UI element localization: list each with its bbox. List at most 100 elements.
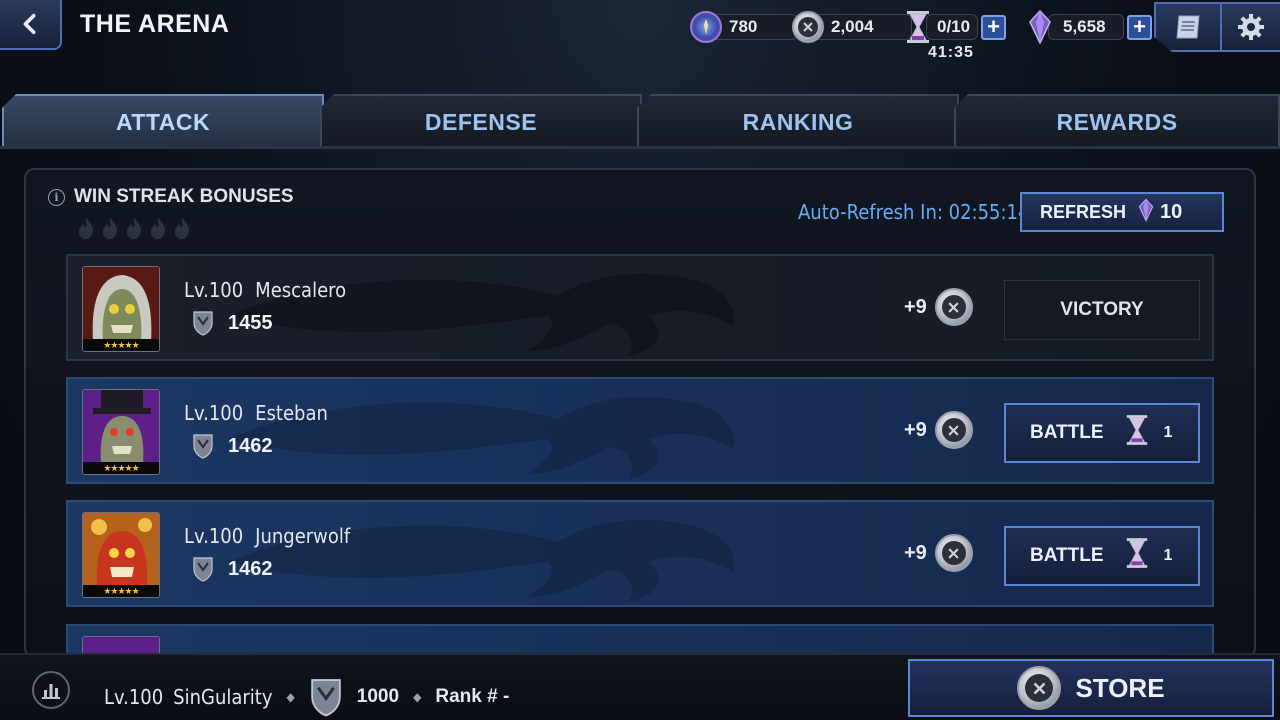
settings-button[interactable] [1220,2,1280,52]
flame-icon [79,217,94,239]
player-level: Lv.100 [104,685,164,709]
arena-coins-counter[interactable]: 2,004 [792,11,912,43]
opponent-level-name: Lv.100 Mescalero [184,278,346,302]
opponent-rating-value: 1462 [228,557,273,580]
tab-attack[interactable]: ATTACK [2,94,324,148]
player-summary: Lv.100 SinGularity ◆ 1000 ◆ Rank # - [104,677,509,717]
quests-button[interactable] [1154,2,1222,52]
stats-button[interactable] [32,671,70,709]
store-label: STORE [1075,672,1165,703]
opponent-portrait: ★★★★★ [82,512,160,598]
opponent-rating: 1462 [192,556,273,582]
tab-divider [0,146,1280,149]
battle-button[interactable]: BATTLE 1 [1004,403,1200,463]
rank-points-value: 780 [712,14,798,40]
rank-medal-icon [690,11,722,43]
store-button[interactable]: STORE [908,659,1274,717]
shield-rating-icon [193,557,213,582]
shield-rating-icon [309,677,343,717]
bar-chart-icon [42,684,60,699]
tab-ranking[interactable]: RANKING [637,94,959,148]
gems-value: 5,658 [1048,14,1124,40]
auto-refresh-timer: Auto-Refresh In: 02:55:14 [798,200,1030,224]
opponent-row[interactable]: ★★★★★ Lv.100 Esteban 1462 +9 BATTLE 1 [66,377,1214,484]
add-tickets-button[interactable]: + [981,14,1006,40]
player-name: SinGularity [173,685,273,709]
refresh-button[interactable]: REFRESH 10 [1020,192,1224,232]
opponent-rating-value: 1462 [228,434,273,457]
claw-emblem [228,396,735,479]
opponent-rating: 1462 [192,433,273,459]
tab-defense[interactable]: DEFENSE [320,94,642,148]
gear-icon [1238,14,1264,40]
battle-ticket-cost: 1 [1163,424,1173,441]
opponent-level: Lv.100 [184,278,244,302]
flame-icon [127,217,142,239]
hourglass-icon [904,10,932,44]
reward-amount: +9 [904,418,927,441]
scroll-icon [1176,15,1200,39]
opponent-level: Lv.100 [184,524,244,548]
champion-avatar [83,390,159,464]
flame-icon [103,217,118,239]
arena-coin-icon [1017,666,1062,710]
star-rating: ★★★★★ [83,585,159,597]
top-bar: THE ARENA 780 2,004 0/10 + 41:35 5,658 + [0,0,1280,72]
battle-button[interactable]: BATTLE 1 [1004,526,1200,586]
win-streak-title: WIN STREAK BONUSES [74,186,294,207]
hourglass-icon [1124,414,1150,452]
flame-icon [151,217,166,239]
page-title: THE ARENA [80,10,230,38]
crystal-gem-icon [1028,9,1052,45]
separator: ◆ [413,690,422,704]
back-button[interactable] [0,0,62,50]
win-streak-header[interactable]: i WIN STREAK BONUSES [48,186,294,208]
star-rating: ★★★★★ [83,339,159,351]
player-rating: 1000 [356,686,400,707]
ticket-refill-timer: 41:35 [928,44,974,61]
gems-counter[interactable]: 5,658 + [1028,9,1152,45]
refresh-cost: 10 [1160,200,1183,223]
flame-icon [175,217,190,239]
add-gems-button[interactable]: + [1127,14,1152,40]
arena-coins-value: 2,004 [814,14,912,40]
battle-label: BATTLE [1030,545,1104,566]
battle-ticket-cost: 1 [1163,547,1173,564]
opponent-name: Jungerwolf [255,524,351,548]
opponent-name: Mescalero [255,278,347,302]
shield-rating-icon [193,434,213,459]
arena-coin-icon [934,288,973,326]
info-icon[interactable]: i [48,188,65,206]
crystal-gem-icon [1138,198,1154,227]
battle-tickets-counter[interactable]: 0/10 + [904,10,1006,44]
refresh-label: REFRESH [1040,201,1127,222]
player-rank: Rank # - [435,686,510,707]
arena-coin-icon [792,11,824,43]
claw-emblem [228,273,735,356]
claw-emblem [228,519,735,602]
chevron-left-icon [23,13,36,35]
hourglass-icon [1124,537,1150,575]
arena-coin-reward: +9 [904,288,973,326]
arena-coin-reward: +9 [904,534,973,572]
opponent-level: Lv.100 [184,401,244,425]
arena-coin-icon [934,411,973,449]
rank-points-counter[interactable]: 780 [690,11,798,43]
opponent-level-name: Lv.100 Jungerwolf [184,524,350,548]
opponent-level-name: Lv.100 Esteban [184,401,328,425]
arena-coin-reward: +9 [904,411,973,449]
shield-rating-icon [193,311,213,336]
opponent-rating-value: 1455 [228,311,273,334]
opponent-name: Esteban [255,401,328,425]
opponent-row[interactable]: ★★★★★ Lv.100 Mescalero 1455 +9 VICTORY [66,254,1214,361]
arena-tabs: ATTACK DEFENSE RANKING REWARDS [0,94,1280,148]
win-streak-flames [76,216,192,240]
tab-rewards[interactable]: REWARDS [954,94,1280,148]
separator: ◆ [286,690,295,704]
reward-amount: +9 [904,541,927,564]
opponent-row[interactable]: ★★★★★ Lv.100 Jungerwolf 1462 +9 BATTLE 1 [66,500,1214,607]
opponent-portrait: ★★★★★ [82,389,160,475]
footer-bar: Lv.100 SinGularity ◆ 1000 ◆ Rank # - STO… [0,653,1280,720]
battle-label: BATTLE [1030,422,1104,443]
arena-coin-icon [934,534,973,572]
